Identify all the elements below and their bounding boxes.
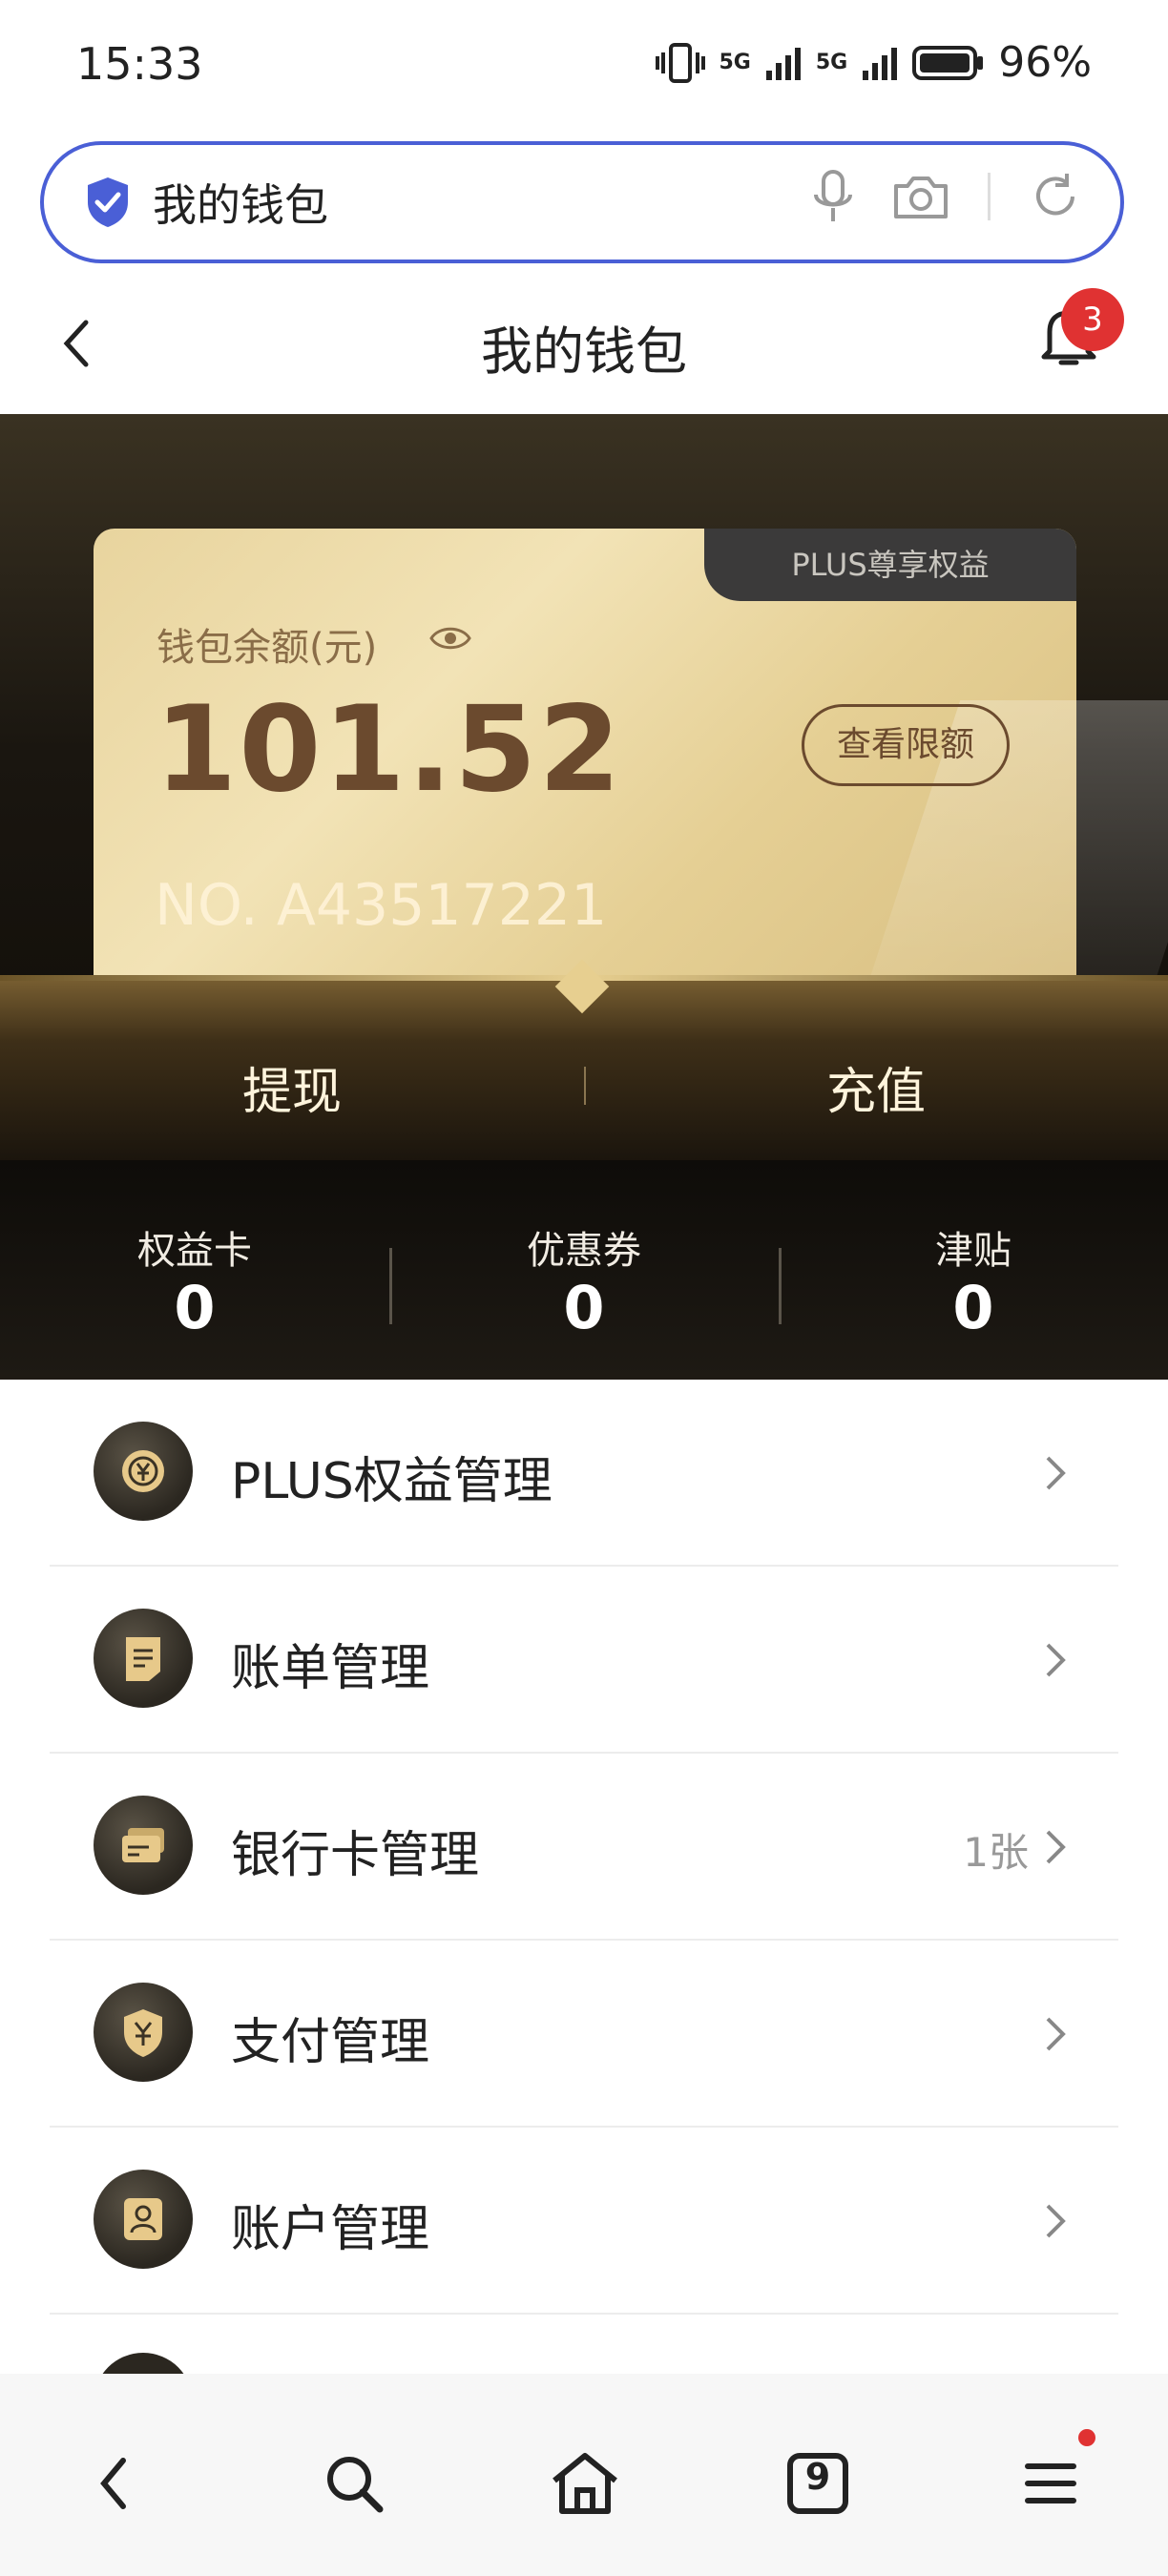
- view-limit-button[interactable]: 查看限额: [802, 704, 1010, 786]
- shield-icon: [88, 177, 128, 227]
- menu-item-title: PLUS权益管理: [231, 1453, 553, 1510]
- menu-item-meta: 1张: [963, 1829, 1029, 1876]
- withdraw-button[interactable]: 提现: [0, 1051, 584, 1123]
- menu-item-plus[interactable]: PLUS权益管理: [50, 1380, 1118, 1567]
- signal-label-1: 5G: [719, 51, 751, 74]
- menu-item-bank-cards[interactable]: 银行卡管理 1张: [50, 1754, 1118, 1941]
- menu-item-title: 账户管理: [231, 2201, 430, 2258]
- chevron-right-icon: [1046, 2017, 1066, 2051]
- yuan-shield-icon: [94, 1983, 193, 2082]
- status-icons: 5G 5G 96%: [656, 38, 1092, 87]
- eye-icon[interactable]: [429, 624, 471, 653]
- menu-notification-dot: [1078, 2429, 1095, 2446]
- menu-list: PLUS权益管理 账单管理 银行卡管理 1张 支付管理 账户管理: [50, 1380, 1118, 2315]
- vibrate-icon: [656, 42, 706, 83]
- search-icon: [327, 2457, 384, 2513]
- signal-icon: [765, 47, 801, 80]
- battery-icon: [912, 45, 984, 80]
- recharge-button[interactable]: 充值: [584, 1051, 1168, 1123]
- plus-tag[interactable]: PLUS尊享权益: [704, 529, 1076, 601]
- tab-count: 9: [804, 2456, 831, 2498]
- search-tools: [812, 168, 1082, 225]
- page-title: 我的钱包: [481, 322, 687, 382]
- nav-menu-button[interactable]: [1008, 2441, 1094, 2526]
- chevron-right-icon: [1046, 1643, 1066, 1677]
- nav-search-button[interactable]: [311, 2441, 397, 2526]
- refresh-icon[interactable]: [1029, 170, 1082, 223]
- notification-badge: 3: [1061, 288, 1124, 351]
- user-icon: [94, 2170, 193, 2269]
- search-input[interactable]: [151, 176, 727, 229]
- menu-item-payment[interactable]: 支付管理: [50, 1941, 1118, 2128]
- home-icon: [553, 2453, 617, 2514]
- wallet-hero: PLUS尊享权益 钱包余额(元) 101.52 查看限额 NO. A435172…: [0, 414, 1168, 1160]
- status-bar: 15:33 5G 5G 96%: [0, 0, 1168, 134]
- bill-icon: [94, 1609, 193, 1708]
- menu-item-account[interactable]: 账户管理: [50, 2128, 1118, 2315]
- stat-label: 权益卡: [137, 1229, 252, 1273]
- microphone-icon[interactable]: [812, 168, 854, 225]
- stat-value: 0: [563, 1273, 605, 1342]
- chevron-right-icon: [1046, 1830, 1066, 1864]
- bank-card-icon: [94, 1796, 193, 1895]
- search-divider: [988, 173, 991, 220]
- menu-icon: [1025, 2463, 1076, 2503]
- stat-value: 0: [174, 1273, 216, 1342]
- search-bar[interactable]: [40, 141, 1124, 263]
- stat-coupons[interactable]: 优惠券 0: [389, 1160, 779, 1380]
- plus-coin-icon: [94, 1422, 193, 1521]
- back-icon: [100, 2458, 126, 2509]
- signal-label-2: 5G: [815, 51, 848, 74]
- stats-strip: 权益卡 0 优惠券 0 津贴 0: [0, 1160, 1168, 1380]
- menu-item-title: 银行卡管理: [231, 1827, 480, 1884]
- menu-item-title: 支付管理: [231, 2014, 430, 2071]
- balance-label: 钱包余额(元): [156, 626, 378, 670]
- stat-label: 津贴: [935, 1229, 1012, 1273]
- wallet-card: PLUS尊享权益 钱包余额(元) 101.52 查看限额 NO. A435172…: [94, 529, 1168, 1101]
- nav-tabs-button[interactable]: 9: [775, 2441, 861, 2526]
- chevron-right-icon: [1046, 2204, 1066, 2238]
- camera-icon[interactable]: [892, 173, 949, 220]
- bottom-toolbar: 9: [0, 2374, 1168, 2576]
- stat-label: 优惠券: [527, 1229, 641, 1273]
- menu-item-bills[interactable]: 账单管理: [50, 1567, 1118, 1754]
- signal-icon: [863, 47, 898, 80]
- stat-benefit-cards[interactable]: 权益卡 0: [0, 1160, 389, 1380]
- nav-home-button[interactable]: [542, 2441, 628, 2526]
- status-time: 15:33: [76, 38, 203, 90]
- nav-back-button[interactable]: [71, 2441, 156, 2526]
- chevron-right-icon: [1046, 1456, 1066, 1490]
- nav-header: 我的钱包 3: [0, 277, 1168, 410]
- battery-percent: 96%: [998, 38, 1092, 87]
- card-number: NO. A43517221: [155, 872, 608, 939]
- stat-allowance[interactable]: 津贴 0: [779, 1160, 1168, 1380]
- balance-amount: 101.52: [155, 681, 623, 819]
- menu-item-title: 账单管理: [231, 1640, 430, 1697]
- stat-value: 0: [952, 1273, 994, 1342]
